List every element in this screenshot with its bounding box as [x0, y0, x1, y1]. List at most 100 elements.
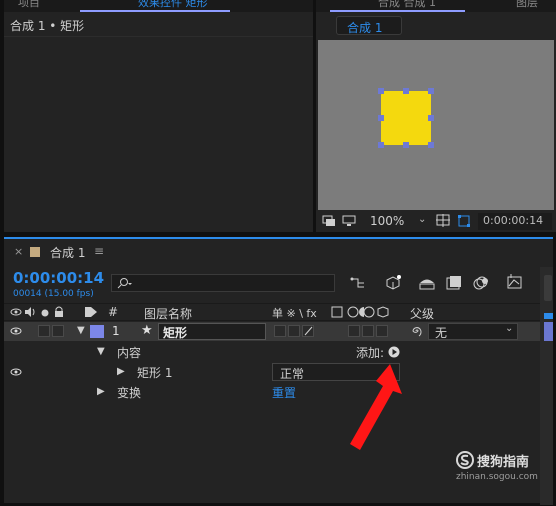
comp-breadcrumb: 合成 1 • 矩形	[10, 19, 85, 33]
draft-3d-icon[interactable]	[384, 274, 402, 290]
timeline-tab-title[interactable]: 合成 1	[50, 244, 85, 261]
comp-name-label: 合成 1	[347, 21, 383, 35]
layer-name-field[interactable]: 矩形	[158, 323, 266, 340]
tab-effect-controls[interactable]: 效果控件 矩形	[138, 0, 208, 10]
tab-project[interactable]: 项目	[18, 0, 40, 10]
solo-icon[interactable]	[40, 308, 50, 318]
transform-handle[interactable]	[378, 115, 384, 121]
watermark-url: zhinan.sogou.com	[456, 472, 538, 482]
switch-icons-extra	[331, 306, 391, 318]
switch-icons: 单 ※ \ fx	[272, 307, 317, 320]
layer-search-input[interactable]	[111, 274, 335, 292]
transform-handle[interactable]	[428, 88, 434, 94]
effect-switch[interactable]	[348, 325, 360, 337]
transform-row[interactable]: ▶ 变换 重置	[4, 383, 540, 402]
chevron-down-icon: ⌄	[418, 214, 427, 225]
viewer-timecode-field[interactable]: 0:00:00:14	[478, 213, 552, 230]
expand-arrow-icon[interactable]: ▼	[77, 325, 85, 336]
solo-switch[interactable]	[52, 325, 64, 337]
transform-handle[interactable]	[403, 142, 409, 148]
layer-row[interactable]: ▼ 1 ★ 矩形 无 ⌄	[4, 322, 540, 341]
frame-blending-icon[interactable]	[446, 275, 462, 291]
frame-blend-switch[interactable]	[362, 325, 374, 337]
graph-editor-icon[interactable]	[506, 274, 524, 290]
composition-canvas[interactable]	[318, 40, 554, 210]
composition-panel: 合成 合成 1 图层 合成 1 100% ⌄ 0:00:00:14	[316, 0, 556, 232]
comp-color-swatch	[30, 247, 40, 257]
motion-blur-switch[interactable]	[376, 325, 388, 337]
audio-switch[interactable]	[38, 325, 50, 337]
current-time-display[interactable]: 0:00:00:14	[13, 269, 104, 287]
sogou-logo-icon	[456, 451, 474, 469]
watermark: 搜狗指南 zhinan.sogou.com	[456, 450, 552, 490]
collapse-arrow-icon[interactable]: ▶	[117, 366, 125, 377]
contents-row[interactable]: ▼ 内容 添加:	[4, 343, 540, 362]
layer-index: 1	[112, 324, 120, 338]
shy-switch[interactable]	[274, 325, 286, 337]
comp-name-tab[interactable]: 合成 1	[336, 16, 402, 35]
layer-duration-bar[interactable]	[544, 322, 553, 341]
search-icon	[117, 277, 133, 289]
transform-label: 变换	[117, 386, 142, 400]
transform-handle[interactable]	[378, 88, 384, 94]
tab-menu-icon[interactable]: ≡	[94, 244, 104, 258]
quality-switch-icon[interactable]	[302, 325, 314, 337]
motion-blur-icon[interactable]	[472, 275, 490, 291]
parent-value: 无	[435, 326, 448, 340]
eye-icon[interactable]	[10, 367, 22, 377]
expand-arrow-icon[interactable]: ▼	[97, 346, 105, 357]
collapse-arrow-icon[interactable]: ▶	[97, 386, 105, 397]
close-tab-icon[interactable]: ×	[14, 245, 23, 258]
transform-handle[interactable]	[378, 142, 384, 148]
viewer-footer: 100% ⌄ 0:00:00:14	[316, 211, 556, 232]
comp-flowchart-icon[interactable]	[350, 276, 366, 290]
viewer-tab-strip: 合成 合成 1 图层	[316, 0, 556, 12]
zoom-dropdown[interactable]: 100% ⌄	[362, 213, 432, 230]
eye-icon[interactable]	[10, 307, 22, 317]
chevron-down-icon: ⌄	[505, 323, 514, 334]
add-menu-button[interactable]	[388, 346, 400, 358]
transform-handle[interactable]	[428, 142, 434, 148]
label-tag-icon[interactable]	[84, 306, 98, 318]
shy-layers-icon[interactable]	[418, 276, 436, 290]
tab-layer[interactable]: 图层	[516, 0, 538, 10]
blend-mode-value: 正常	[280, 367, 305, 381]
zoom-value: 100%	[370, 214, 405, 228]
col-hash: #	[108, 305, 119, 319]
effect-controls-panel: 项目 效果控件 矩形 合成 1 • 矩形	[4, 0, 313, 232]
tab-active-indicator	[80, 10, 230, 12]
rectangle-label: 矩形 1	[137, 366, 173, 380]
frame-info: 00014 (15.00 fps)	[13, 289, 94, 299]
transform-handle[interactable]	[428, 115, 434, 121]
playhead-marker[interactable]	[544, 313, 553, 319]
collapse-switch[interactable]	[288, 325, 300, 337]
tab-composition[interactable]: 合成 合成 1	[378, 0, 436, 10]
contents-label: 内容	[117, 346, 142, 360]
column-header-row: # 图层名称 单 ※ \ fx 父级	[4, 303, 540, 321]
transform-handle[interactable]	[403, 88, 409, 94]
reset-link[interactable]: 重置	[272, 384, 296, 401]
work-area-bar[interactable]	[544, 275, 552, 301]
tab-active-indicator	[330, 10, 465, 12]
panel-tab-bar: 项目 效果控件 矩形	[4, 0, 313, 12]
audio-icon[interactable]	[24, 307, 36, 317]
layer-label-color[interactable]	[90, 325, 104, 338]
viewer-timecode: 0:00:00:14	[483, 214, 544, 227]
rectangle-row[interactable]: ▶ 矩形 1 正常	[4, 363, 540, 382]
mask-visibility-icon[interactable]	[457, 214, 472, 228]
grid-toggle-icon[interactable]	[436, 214, 451, 228]
add-label: 添加:	[356, 346, 385, 360]
eye-icon[interactable]	[10, 326, 22, 336]
col-parent[interactable]: 父级	[410, 305, 434, 322]
parent-dropdown[interactable]: 无 ⌄	[428, 323, 518, 340]
watermark-brand: 搜狗指南	[477, 455, 530, 470]
col-layer-name[interactable]: 图层名称	[144, 305, 192, 322]
lock-icon[interactable]	[54, 306, 64, 318]
pick-whip-icon[interactable]	[410, 325, 422, 337]
shape-layer-star-icon: ★	[141, 323, 153, 338]
layer-name: 矩形	[163, 326, 188, 340]
rectangle-shape-layer[interactable]	[381, 91, 431, 145]
snapshot-icon[interactable]	[322, 215, 336, 227]
monitor-icon[interactable]	[342, 215, 356, 227]
annotation-arrow	[346, 360, 406, 455]
